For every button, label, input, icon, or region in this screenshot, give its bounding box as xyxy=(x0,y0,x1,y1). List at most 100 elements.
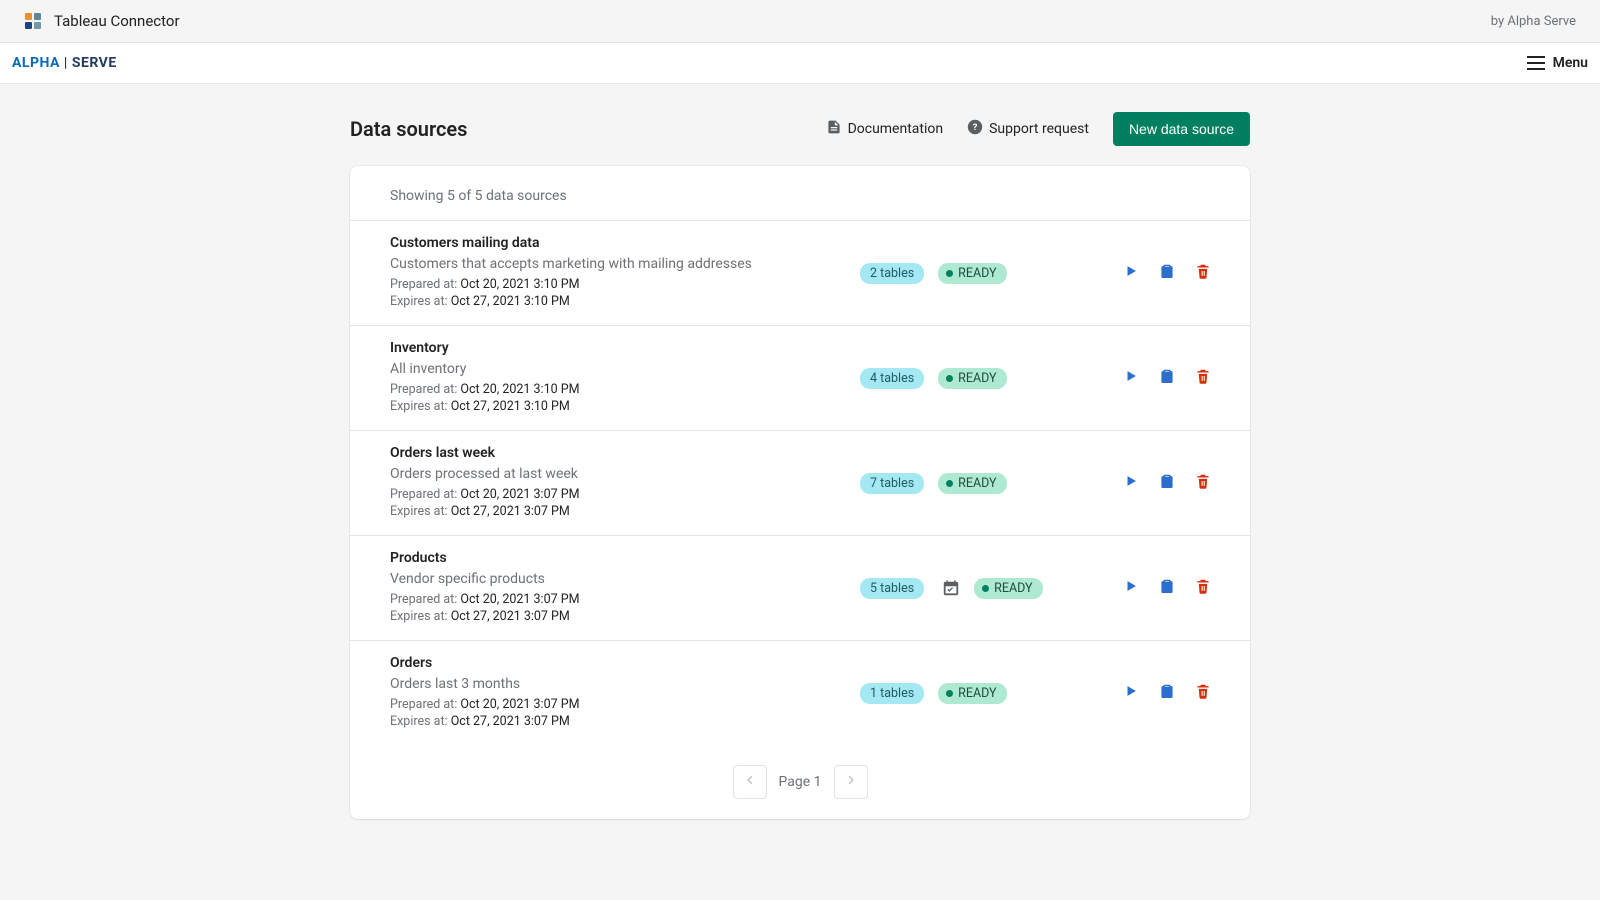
row-info[interactable]: Orders last week Orders processed at las… xyxy=(390,445,860,521)
clipboard-icon xyxy=(1160,473,1174,493)
status-badge: READY xyxy=(938,263,1006,284)
tables-badge: 7 tables xyxy=(860,473,924,494)
support-link[interactable]: ? Support request xyxy=(967,119,1089,139)
row-description: Orders processed at last week xyxy=(390,466,860,482)
table-row: Products Vendor specific products Prepar… xyxy=(350,535,1250,640)
documentation-link[interactable]: Documentation xyxy=(826,119,944,139)
schedule-icon xyxy=(942,579,960,597)
run-button[interactable] xyxy=(1124,369,1138,387)
row-actions xyxy=(1070,263,1210,283)
row-actions xyxy=(1070,683,1210,703)
row-title: Orders xyxy=(390,655,860,671)
status-badge: READY xyxy=(938,473,1006,494)
clipboard-icon xyxy=(1160,263,1174,283)
copy-button[interactable] xyxy=(1160,473,1174,493)
chevron-right-icon xyxy=(844,773,858,791)
row-description: Customers that accepts marketing with ma… xyxy=(390,256,860,272)
row-actions xyxy=(1070,368,1210,388)
page-header: Data sources Documentation ? Support req… xyxy=(350,84,1250,166)
row-badges: 7 tables READY xyxy=(860,473,1070,494)
row-actions xyxy=(1070,473,1210,493)
trash-icon xyxy=(1196,473,1210,493)
row-prepared: Prepared at: Oct 20, 2021 3:10 PM xyxy=(390,277,860,292)
menu-icon xyxy=(1527,56,1545,70)
table-row: Inventory All inventory Prepared at: Oct… xyxy=(350,325,1250,430)
run-button[interactable] xyxy=(1124,579,1138,597)
new-data-source-button[interactable]: New data source xyxy=(1113,112,1250,146)
copy-button[interactable] xyxy=(1160,263,1174,283)
row-badges: 1 tables READY xyxy=(860,683,1070,704)
row-prepared: Prepared at: Oct 20, 2021 3:10 PM xyxy=(390,382,860,397)
top-bar: Tableau Connector by Alpha Serve xyxy=(0,0,1600,42)
row-badges: 2 tables READY xyxy=(860,263,1070,284)
run-button[interactable] xyxy=(1124,474,1138,492)
row-title: Inventory xyxy=(390,340,860,356)
table-row: Orders Orders last 3 months Prepared at:… xyxy=(350,640,1250,745)
delete-button[interactable] xyxy=(1196,368,1210,388)
tables-badge: 2 tables xyxy=(860,263,924,284)
clipboard-icon xyxy=(1160,368,1174,388)
trash-icon xyxy=(1196,263,1210,283)
status-badge: READY xyxy=(974,578,1042,599)
copy-button[interactable] xyxy=(1160,368,1174,388)
page-next-button[interactable] xyxy=(834,765,868,799)
copy-button[interactable] xyxy=(1160,683,1174,703)
summary-label: Showing 5 of 5 data sources xyxy=(350,166,1250,220)
row-badges: 5 tables READY xyxy=(860,578,1070,599)
status-badge: READY xyxy=(938,368,1006,389)
row-title: Orders last week xyxy=(390,445,860,461)
run-button[interactable] xyxy=(1124,684,1138,702)
app-title: Tableau Connector xyxy=(54,12,180,30)
row-expires: Expires at: Oct 27, 2021 3:07 PM xyxy=(390,504,860,519)
app-icon xyxy=(24,12,42,30)
clipboard-icon xyxy=(1160,683,1174,703)
trash-icon xyxy=(1196,578,1210,598)
row-info[interactable]: Orders Orders last 3 months Prepared at:… xyxy=(390,655,860,731)
delete-button[interactable] xyxy=(1196,578,1210,598)
delete-button[interactable] xyxy=(1196,473,1210,493)
menu-label: Menu xyxy=(1553,55,1588,71)
row-prepared: Prepared at: Oct 20, 2021 3:07 PM xyxy=(390,592,860,607)
clipboard-icon xyxy=(1160,578,1174,598)
header: ALPHA | SERVE Menu xyxy=(0,42,1600,84)
play-icon xyxy=(1124,474,1138,492)
data-sources-card: Showing 5 of 5 data sources Customers ma… xyxy=(350,166,1250,819)
trash-icon xyxy=(1196,368,1210,388)
top-bar-left: Tableau Connector xyxy=(24,12,180,30)
row-info[interactable]: Products Vendor specific products Prepar… xyxy=(390,550,860,626)
chevron-left-icon xyxy=(743,773,757,791)
tables-badge: 4 tables xyxy=(860,368,924,389)
row-expires: Expires at: Oct 27, 2021 3:10 PM xyxy=(390,399,860,414)
play-icon xyxy=(1124,684,1138,702)
tables-badge: 5 tables xyxy=(860,578,924,599)
page-prev-button[interactable] xyxy=(733,765,767,799)
menu-button[interactable]: Menu xyxy=(1527,55,1588,71)
row-prepared: Prepared at: Oct 20, 2021 3:07 PM xyxy=(390,697,860,712)
delete-button[interactable] xyxy=(1196,683,1210,703)
delete-button[interactable] xyxy=(1196,263,1210,283)
row-actions xyxy=(1070,578,1210,598)
page-label: Page 1 xyxy=(779,774,822,790)
page-title: Data sources xyxy=(350,117,467,141)
row-info[interactable]: Customers mailing data Customers that ac… xyxy=(390,235,860,311)
run-button[interactable] xyxy=(1124,264,1138,282)
logo[interactable]: ALPHA | SERVE xyxy=(12,55,117,71)
table-row: Customers mailing data Customers that ac… xyxy=(350,220,1250,325)
page-actions: Documentation ? Support request New data… xyxy=(826,112,1250,146)
row-expires: Expires at: Oct 27, 2021 3:10 PM xyxy=(390,294,860,309)
pagination: Page 1 xyxy=(350,745,1250,799)
play-icon xyxy=(1124,579,1138,597)
copy-button[interactable] xyxy=(1160,578,1174,598)
row-expires: Expires at: Oct 27, 2021 3:07 PM xyxy=(390,609,860,624)
play-icon xyxy=(1124,369,1138,387)
play-icon xyxy=(1124,264,1138,282)
document-icon xyxy=(826,119,842,139)
row-info[interactable]: Inventory All inventory Prepared at: Oct… xyxy=(390,340,860,416)
row-description: Orders last 3 months xyxy=(390,676,860,692)
row-description: All inventory xyxy=(390,361,860,377)
row-expires: Expires at: Oct 27, 2021 3:07 PM xyxy=(390,714,860,729)
table-row: Orders last week Orders processed at las… xyxy=(350,430,1250,535)
tables-badge: 1 tables xyxy=(860,683,924,704)
help-icon: ? xyxy=(967,119,983,139)
row-badges: 4 tables READY xyxy=(860,368,1070,389)
